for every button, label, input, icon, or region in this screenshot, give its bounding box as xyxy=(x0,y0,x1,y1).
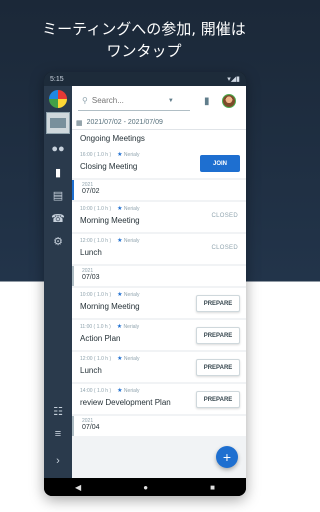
star-icon: ★ xyxy=(117,356,123,362)
org-chart-icon[interactable]: ☷ xyxy=(51,404,65,418)
meeting-host: Nerialy xyxy=(123,388,140,394)
sliders-icon[interactable]: ≡ xyxy=(51,427,65,441)
prepare-button[interactable]: PREPARE xyxy=(196,327,240,344)
promo-line-1: ミーティングへの参加, 開催は xyxy=(42,20,246,38)
meeting-time: 11:00 ( 1.0 h ) xyxy=(80,323,111,330)
settings-icon[interactable]: ⚙ xyxy=(51,234,65,248)
meeting-status: CLOSED xyxy=(211,213,238,219)
meeting-card[interactable]: 10:00 ( 1.0 h ) ★ Nerialy Morning Meeting P… xyxy=(72,288,246,318)
meeting-host: Nerialy xyxy=(123,206,140,212)
meeting-host: Nerialy xyxy=(123,324,140,330)
star-icon: ★ xyxy=(117,152,123,158)
date-range[interactable]: ▦ 2021/07/02 - 2021/07/09 xyxy=(72,116,246,130)
star-icon: ★ xyxy=(116,324,123,330)
meeting-host: Nerialy xyxy=(123,356,140,362)
dropdown-arrow-icon[interactable]: ▼ xyxy=(168,98,174,104)
meeting-card[interactable]: 10:00 ( 1.0 h ) ★ Nerialy Morning Meeting C… xyxy=(72,202,246,232)
status-bar: 5:15 ▾◢▮ xyxy=(44,72,246,86)
promo-line-2: ワンタップ xyxy=(106,42,182,60)
star-icon: ★ xyxy=(117,388,123,394)
status-icons: ▾◢▮ xyxy=(227,75,240,83)
meeting-host: Nerialy xyxy=(123,238,140,244)
day-list: 2021 07/02 10:00 ( 1.0 h ) ★ Nerialy Morning… xyxy=(72,180,246,436)
building-icon[interactable]: ▮ xyxy=(51,165,65,179)
meeting-status: CLOSED xyxy=(211,245,238,251)
main-content: ⚲ ▼ ▮ ▦ 2021/07/02 - 2021/07/09 Ongoing … xyxy=(72,86,246,478)
date-range-text: 2021/07/02 - 2021/07/09 xyxy=(86,119,163,126)
add-meeting-button[interactable]: + xyxy=(216,446,238,468)
meeting-time: 12:00 ( 1.0 h ) xyxy=(80,237,112,244)
recents-icon[interactable]: ■ xyxy=(210,483,215,492)
prepare-button[interactable]: PREPARE xyxy=(196,391,240,408)
meeting-time: 12:00 ( 1.0 h ) xyxy=(80,355,112,362)
meeting-card[interactable]: 14:00 ( 1.0 h ) ★ Nerialy review Developme… xyxy=(72,384,246,414)
promo-headline: ミーティングへの参加, 開催は ワンタップ xyxy=(0,18,288,62)
home-icon[interactable]: ● xyxy=(143,483,148,492)
day-date: 07/02 xyxy=(82,188,100,195)
meeting-card[interactable]: 16:00 ( 1.0 h ) ★ Nerialy Closing Meetin… xyxy=(72,148,246,178)
back-icon[interactable]: ◀ xyxy=(75,483,81,492)
star-icon: ★ xyxy=(117,292,123,298)
avatar[interactable] xyxy=(221,94,236,108)
meeting-card[interactable]: 12:00 ( 1.0 h ) ★ Nerialy Lunch CLOSED xyxy=(72,234,246,264)
day-date: 07/04 xyxy=(82,424,100,431)
join-button[interactable]: JOIN xyxy=(200,155,240,172)
meeting-time: 10:00 ( 1.0 h ) xyxy=(80,291,112,298)
people-icon[interactable]: ●● xyxy=(51,142,65,156)
search-icon: ⚲ xyxy=(82,96,88,105)
day-header: 2021 07/04 xyxy=(72,416,246,436)
meeting-time: 10:00 ( 1.0 h ) xyxy=(80,205,112,212)
meeting-card[interactable]: 11:00 ( 1.0 h ) ★ Nerialy Action Plan PREPA… xyxy=(72,320,246,350)
meeting-time: 14:00 ( 1.0 h ) xyxy=(80,387,112,394)
phone-icon[interactable]: ☎ xyxy=(51,211,65,225)
prepare-button[interactable]: PREPARE xyxy=(196,359,240,376)
star-icon: ★ xyxy=(117,206,123,212)
meeting-host: Nerialy xyxy=(123,292,140,298)
day-header: 2021 07/02 xyxy=(72,180,246,200)
list-icon[interactable]: ▤ xyxy=(51,188,65,202)
signal-icon: ▾◢▮ xyxy=(227,76,240,83)
room-thumbnail[interactable] xyxy=(46,112,70,134)
day-date: 07/03 xyxy=(82,274,100,281)
search-bar: ⚲ ▼ ▮ xyxy=(72,86,246,116)
meeting-card[interactable]: 12:00 ( 1.0 h ) ★ Nerialy Lunch PREPARE xyxy=(72,352,246,382)
star-icon: ★ xyxy=(117,238,123,244)
status-time: 5:15 xyxy=(50,75,64,83)
android-nav-bar: ◀ ● ■ xyxy=(44,478,246,496)
meeting-host: Nerialy xyxy=(123,152,140,158)
day-header: 2021 07/03 xyxy=(72,266,246,286)
prepare-button[interactable]: PREPARE xyxy=(196,295,240,312)
ongoing-section-title: Ongoing Meetings xyxy=(72,130,246,148)
side-rail: ●● ▮ ▤ ☎ ⚙ ☷ ≡ › xyxy=(44,86,72,478)
chevron-right-icon[interactable]: › xyxy=(51,454,65,468)
meeting-time: 16:00 ( 1.0 h ) xyxy=(80,151,112,158)
calendar-icon: ▦ xyxy=(76,119,83,127)
phone-frame: 5:15 ▾◢▮ ●● ▮ ▤ ☎ ⚙ ☷ ≡ › ⚲ ▼ ▮ ▦ 2021/0… xyxy=(44,72,246,496)
building-filter-icon[interactable]: ▮ xyxy=(204,96,210,107)
search-box[interactable]: ⚲ ▼ xyxy=(78,91,190,111)
app-logo-icon[interactable] xyxy=(49,90,67,108)
search-input[interactable] xyxy=(91,96,164,105)
